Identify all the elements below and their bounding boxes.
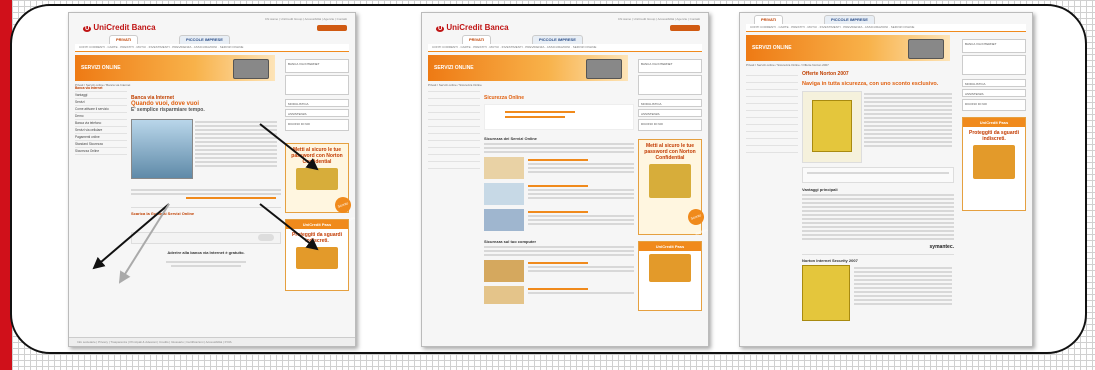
arrow-to-demo [92, 203, 170, 270]
arrow-to-pass-promo [259, 203, 319, 251]
arrow-gray [118, 203, 170, 284]
annotation-arrows [92, 123, 319, 284]
screenshot-collage: Chi siamo | UniCredit Group | Accessibil… [10, 4, 1087, 354]
arrow-to-norton-promo [259, 123, 319, 171]
